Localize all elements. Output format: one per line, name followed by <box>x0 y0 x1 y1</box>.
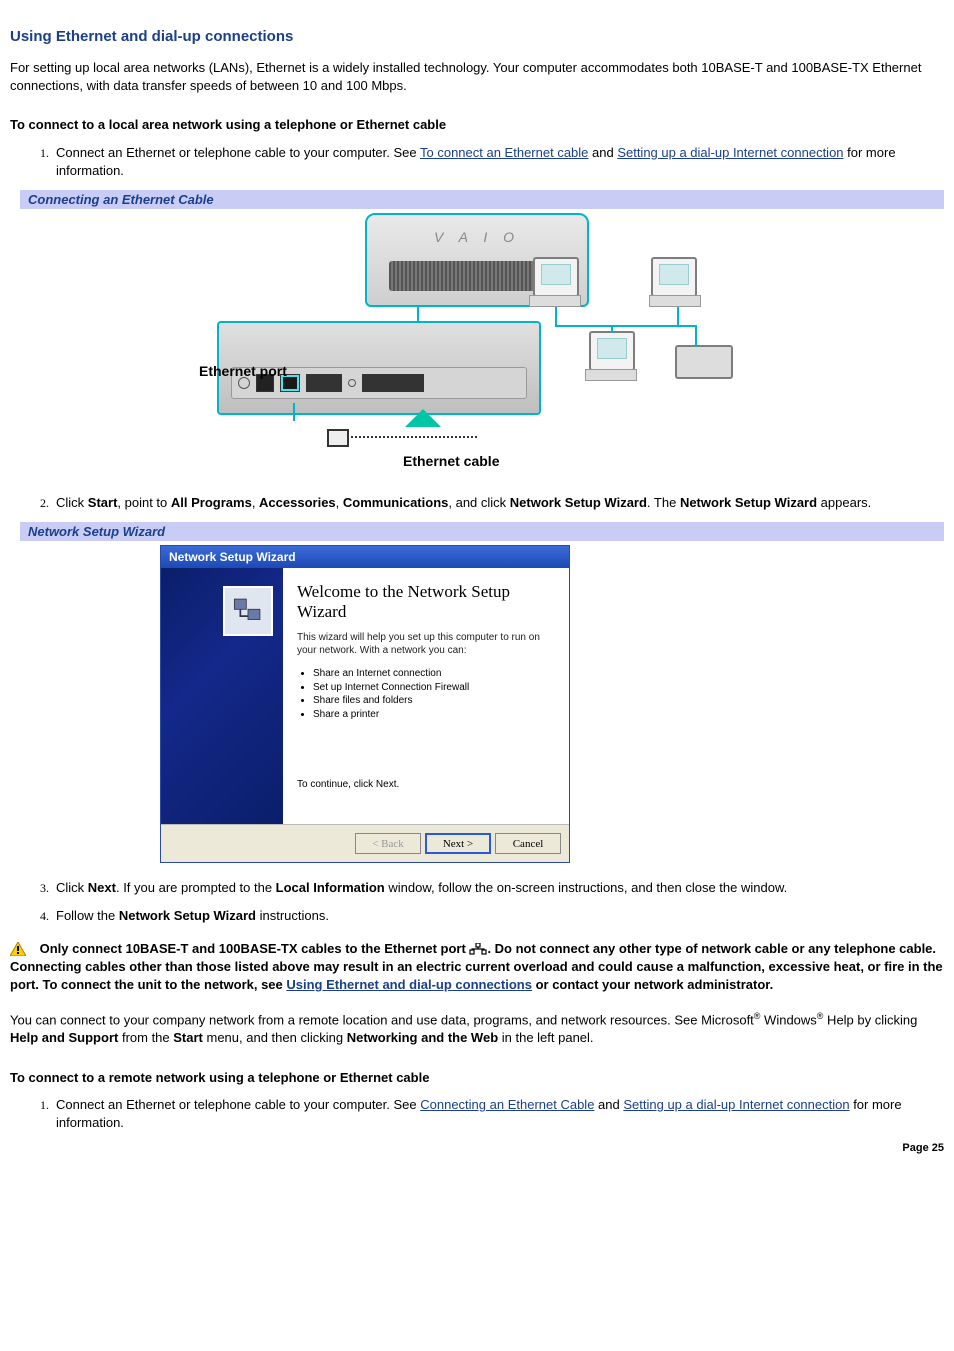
warning-icon <box>10 942 26 956</box>
link-setup-dialup[interactable]: Setting up a dial-up Internet connection <box>617 145 843 160</box>
laptop-logo: V A I O <box>367 229 587 245</box>
wizard-next-button[interactable]: Next > <box>425 833 491 854</box>
wizard-back-button: < Back <box>355 833 421 854</box>
warning-text-pre: Only connect 10BASE-T and 100BASE-TX cab… <box>40 941 470 956</box>
page-title: Using Ethernet and dial-up connections <box>10 28 944 45</box>
wizard-bullet: Set up Internet Connection Firewall <box>313 681 555 695</box>
remote-step1-pre: Connect an Ethernet or telephone cable t… <box>56 1097 420 1112</box>
figure-caption-wizard: Network Setup Wizard <box>10 522 944 541</box>
wizard-network-icon <box>223 586 273 636</box>
network-diagram <box>527 253 737 423</box>
label-ethernet-port: Ethernet port <box>199 363 287 379</box>
step-1-text-pre: Connect an Ethernet or telephone cable t… <box>56 145 420 160</box>
label-ethernet-cable: Ethernet cable <box>403 453 499 469</box>
wizard-bullet: Share an Internet connection <box>313 667 555 681</box>
ethernet-port-glyph-icon <box>469 942 487 954</box>
figure-caption-ethernet: Connecting an Ethernet Cable <box>10 190 944 209</box>
cable-plug-icon <box>327 429 349 447</box>
wizard-description: This wizard will help you set up this co… <box>297 632 555 657</box>
link-connecting-ethernet-cable[interactable]: Connecting an Ethernet Cable <box>420 1097 594 1112</box>
wizard-cancel-button[interactable]: Cancel <box>495 833 561 854</box>
step-4: Follow the Network Setup Wizard instruct… <box>52 907 944 925</box>
intro-paragraph: For setting up local area networks (LANs… <box>10 59 944 94</box>
section-remote-heading: To connect to a remote network using a t… <box>10 1069 944 1087</box>
wizard-bullet: Share a printer <box>313 708 555 722</box>
wizard-heading: Welcome to the Network Setup Wizard <box>297 582 555 622</box>
figure-ethernet-cable: V A I O Ethernet port Ethernet cable <box>217 213 737 478</box>
page-number: Page 25 <box>10 1142 944 1154</box>
warning-block: Only connect 10BASE-T and 100BASE-TX cab… <box>10 940 944 995</box>
link-setup-dialup-2[interactable]: Setting up a dial-up Internet connection <box>623 1097 849 1112</box>
remote-paragraph: You can connect to your company network … <box>10 1010 944 1046</box>
port-parallel <box>362 374 424 392</box>
step-2: Click Start, point to All Programs, Acce… <box>52 494 944 512</box>
remote-step-1: Connect an Ethernet or telephone cable t… <box>52 1096 944 1132</box>
arrow-up-icon <box>405 409 441 427</box>
network-setup-wizard-window: Network Setup Wizard Welcome to the Netw… <box>160 545 570 863</box>
step-3: Click Next. If you are prompted to the L… <box>52 879 944 897</box>
wizard-bullet-list: Share an Internet connection Set up Inte… <box>301 667 555 721</box>
step-1: Connect an Ethernet or telephone cable t… <box>52 144 944 180</box>
wizard-titlebar: Network Setup Wizard <box>161 546 569 568</box>
port-vga <box>306 374 342 392</box>
wizard-sidebar <box>161 568 283 824</box>
step-1-text-mid: and <box>588 145 617 160</box>
remote-step1-mid: and <box>594 1097 623 1112</box>
printer-icon <box>675 345 733 379</box>
wizard-continue-text: To continue, click Next. <box>297 779 555 790</box>
warning-text-post2: or contact your network administrator. <box>532 977 773 992</box>
section-lan-heading: To connect to a local area network using… <box>10 116 944 134</box>
link-connect-ethernet-cable[interactable]: To connect an Ethernet cable <box>420 145 588 160</box>
link-using-ethernet-dialup[interactable]: Using Ethernet and dial-up connections <box>286 977 532 992</box>
wizard-bullet: Share files and folders <box>313 694 555 708</box>
